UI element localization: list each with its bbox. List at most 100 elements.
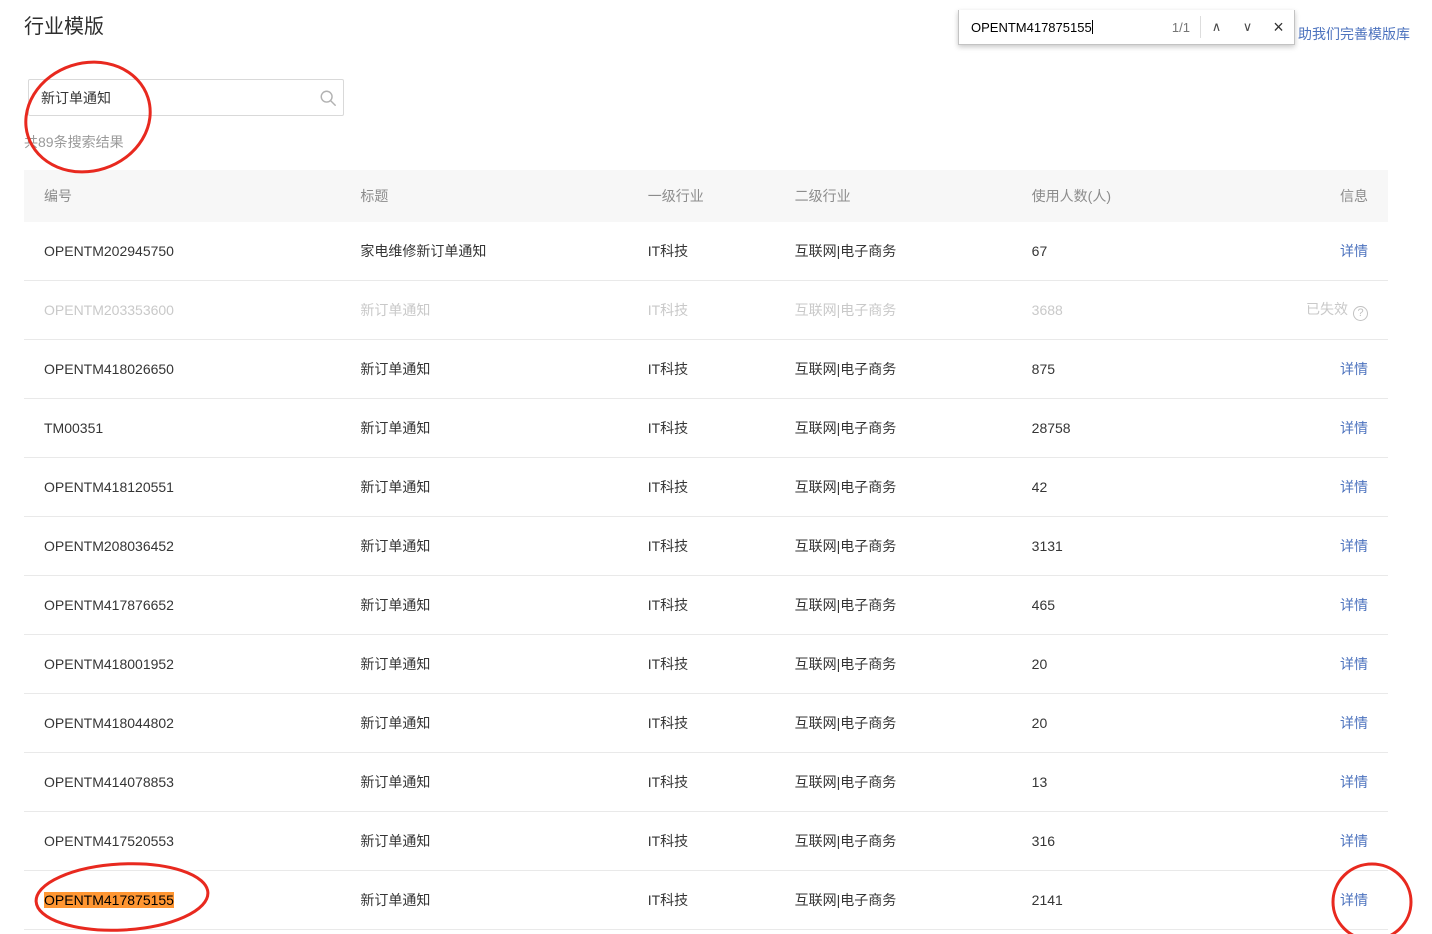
secondary-industry: 互联网|电子商务 bbox=[795, 595, 1032, 615]
template-title: 新订单通知 bbox=[360, 772, 647, 792]
template-table: 编号 标题 一级行业 二级行业 使用人数(人) 信息 OPENTM2029457… bbox=[24, 170, 1388, 930]
template-title: 新订单通知 bbox=[360, 654, 647, 674]
table-row: OPENTM418044802 新订单通知 IT科技 互联网|电子商务 20 详… bbox=[24, 694, 1388, 753]
question-mark-icon[interactable]: ? bbox=[1353, 306, 1368, 321]
search-input[interactable] bbox=[29, 80, 313, 115]
user-count: 465 bbox=[1032, 597, 1262, 613]
close-icon: × bbox=[1273, 17, 1284, 38]
table-row: OPENTM418026650 新订单通知 IT科技 互联网|电子商务 875 … bbox=[24, 340, 1388, 399]
template-id: OPENTM414078853 bbox=[44, 774, 174, 790]
detail-link[interactable]: 详情 bbox=[1340, 538, 1368, 554]
find-match-count: 1/1 bbox=[1172, 20, 1200, 35]
column-header-industry2: 二级行业 bbox=[795, 186, 1032, 206]
template-search-box bbox=[28, 79, 344, 116]
user-count: 42 bbox=[1032, 479, 1262, 495]
template-title: 新订单通知 bbox=[360, 300, 647, 320]
template-id: OPENTM417875155 bbox=[44, 892, 174, 908]
detail-link[interactable]: 详情 bbox=[1340, 479, 1368, 495]
table-row: OPENTM208036452 新订单通知 IT科技 互联网|电子商务 3131… bbox=[24, 517, 1388, 576]
chevron-down-icon: ∨ bbox=[1243, 19, 1253, 35]
detail-link[interactable]: 详情 bbox=[1340, 833, 1368, 849]
detail-link[interactable]: 详情 bbox=[1340, 243, 1368, 259]
detail-link[interactable]: 已失效 bbox=[1306, 301, 1348, 317]
template-id: OPENTM203353600 bbox=[44, 302, 174, 318]
secondary-industry: 互联网|电子商务 bbox=[795, 241, 1032, 261]
search-results-count: 共89条搜索结果 bbox=[24, 132, 1432, 152]
template-title: 家电维修新订单通知 bbox=[360, 241, 647, 261]
primary-industry: IT科技 bbox=[648, 595, 795, 615]
primary-industry: IT科技 bbox=[648, 654, 795, 674]
user-count: 875 bbox=[1032, 361, 1262, 377]
primary-industry: IT科技 bbox=[648, 359, 795, 379]
secondary-industry: 互联网|电子商务 bbox=[795, 536, 1032, 556]
secondary-industry: 互联网|电子商务 bbox=[795, 418, 1032, 438]
improve-template-library-link[interactable]: 助我们完善模版库 bbox=[1298, 24, 1410, 44]
primary-industry: IT科技 bbox=[648, 241, 795, 261]
find-previous-button[interactable]: ∧ bbox=[1201, 10, 1232, 44]
template-id: OPENTM418120551 bbox=[44, 479, 174, 495]
primary-industry: IT科技 bbox=[648, 418, 795, 438]
secondary-industry: 互联网|电子商务 bbox=[795, 359, 1032, 379]
primary-industry: IT科技 bbox=[648, 300, 795, 320]
user-count: 20 bbox=[1032, 715, 1262, 731]
user-count: 3688 bbox=[1032, 302, 1262, 318]
detail-link[interactable]: 详情 bbox=[1340, 715, 1368, 731]
template-id: OPENTM418044802 bbox=[44, 715, 174, 731]
detail-link[interactable]: 详情 bbox=[1340, 361, 1368, 377]
find-input[interactable]: OPENTM417875155 bbox=[959, 20, 1172, 35]
secondary-industry: 互联网|电子商务 bbox=[795, 831, 1032, 851]
table-row: OPENTM417876652 新订单通知 IT科技 互联网|电子商务 465 … bbox=[24, 576, 1388, 635]
secondary-industry: 互联网|电子商务 bbox=[795, 890, 1032, 910]
template-id: OPENTM417876652 bbox=[44, 597, 174, 613]
template-id: OPENTM418001952 bbox=[44, 656, 174, 672]
template-title: 新订单通知 bbox=[360, 890, 647, 910]
template-id: OPENTM417520553 bbox=[44, 833, 174, 849]
table-body: OPENTM202945750 家电维修新订单通知 IT科技 互联网|电子商务 … bbox=[24, 222, 1388, 930]
chevron-up-icon: ∧ bbox=[1212, 19, 1222, 35]
secondary-industry: 互联网|电子商务 bbox=[795, 654, 1032, 674]
find-close-button[interactable]: × bbox=[1263, 10, 1294, 44]
column-header-id: 编号 bbox=[44, 186, 360, 206]
primary-industry: IT科技 bbox=[648, 890, 795, 910]
detail-link[interactable]: 详情 bbox=[1340, 420, 1368, 436]
primary-industry: IT科技 bbox=[648, 477, 795, 497]
table-row: OPENTM417875155 新订单通知 IT科技 互联网|电子商务 2141… bbox=[24, 871, 1388, 930]
detail-link[interactable]: 详情 bbox=[1340, 774, 1368, 790]
search-icon[interactable] bbox=[313, 89, 343, 107]
table-row: OPENTM418120551 新订单通知 IT科技 互联网|电子商务 42 详… bbox=[24, 458, 1388, 517]
column-header-users: 使用人数(人) bbox=[1032, 186, 1262, 206]
secondary-industry: 互联网|电子商务 bbox=[795, 477, 1032, 497]
template-id: TM00351 bbox=[44, 420, 103, 436]
primary-industry: IT科技 bbox=[648, 536, 795, 556]
template-title: 新订单通知 bbox=[360, 595, 647, 615]
text-cursor bbox=[1092, 20, 1093, 34]
user-count: 67 bbox=[1032, 243, 1262, 259]
find-next-button[interactable]: ∨ bbox=[1232, 10, 1263, 44]
primary-industry: IT科技 bbox=[648, 713, 795, 733]
find-query-text: OPENTM417875155 bbox=[971, 20, 1092, 35]
template-title: 新订单通知 bbox=[360, 831, 647, 851]
template-id: OPENTM418026650 bbox=[44, 361, 174, 377]
detail-link[interactable]: 详情 bbox=[1340, 597, 1368, 613]
table-row: OPENTM203353600 新订单通知 IT科技 互联网|电子商务 3688… bbox=[24, 281, 1388, 340]
table-row: OPENTM418001952 新订单通知 IT科技 互联网|电子商务 20 详… bbox=[24, 635, 1388, 694]
primary-industry: IT科技 bbox=[648, 772, 795, 792]
template-title: 新订单通知 bbox=[360, 713, 647, 733]
secondary-industry: 互联网|电子商务 bbox=[795, 300, 1032, 320]
column-header-industry1: 一级行业 bbox=[648, 186, 795, 206]
table-row: TM00351 新订单通知 IT科技 互联网|电子商务 28758 详情? bbox=[24, 399, 1388, 458]
table-row: OPENTM414078853 新订单通知 IT科技 互联网|电子商务 13 详… bbox=[24, 753, 1388, 812]
user-count: 13 bbox=[1032, 774, 1262, 790]
column-header-title: 标题 bbox=[360, 186, 647, 206]
primary-industry: IT科技 bbox=[648, 831, 795, 851]
template-title: 新订单通知 bbox=[360, 536, 647, 556]
table-row: OPENTM417520553 新订单通知 IT科技 互联网|电子商务 316 … bbox=[24, 812, 1388, 871]
user-count: 3131 bbox=[1032, 538, 1262, 554]
template-title: 新订单通知 bbox=[360, 359, 647, 379]
detail-link[interactable]: 详情 bbox=[1340, 892, 1368, 908]
template-title: 新订单通知 bbox=[360, 418, 647, 438]
secondary-industry: 互联网|电子商务 bbox=[795, 772, 1032, 792]
detail-link[interactable]: 详情 bbox=[1340, 656, 1368, 672]
template-id: OPENTM208036452 bbox=[44, 538, 174, 554]
template-title: 新订单通知 bbox=[360, 477, 647, 497]
